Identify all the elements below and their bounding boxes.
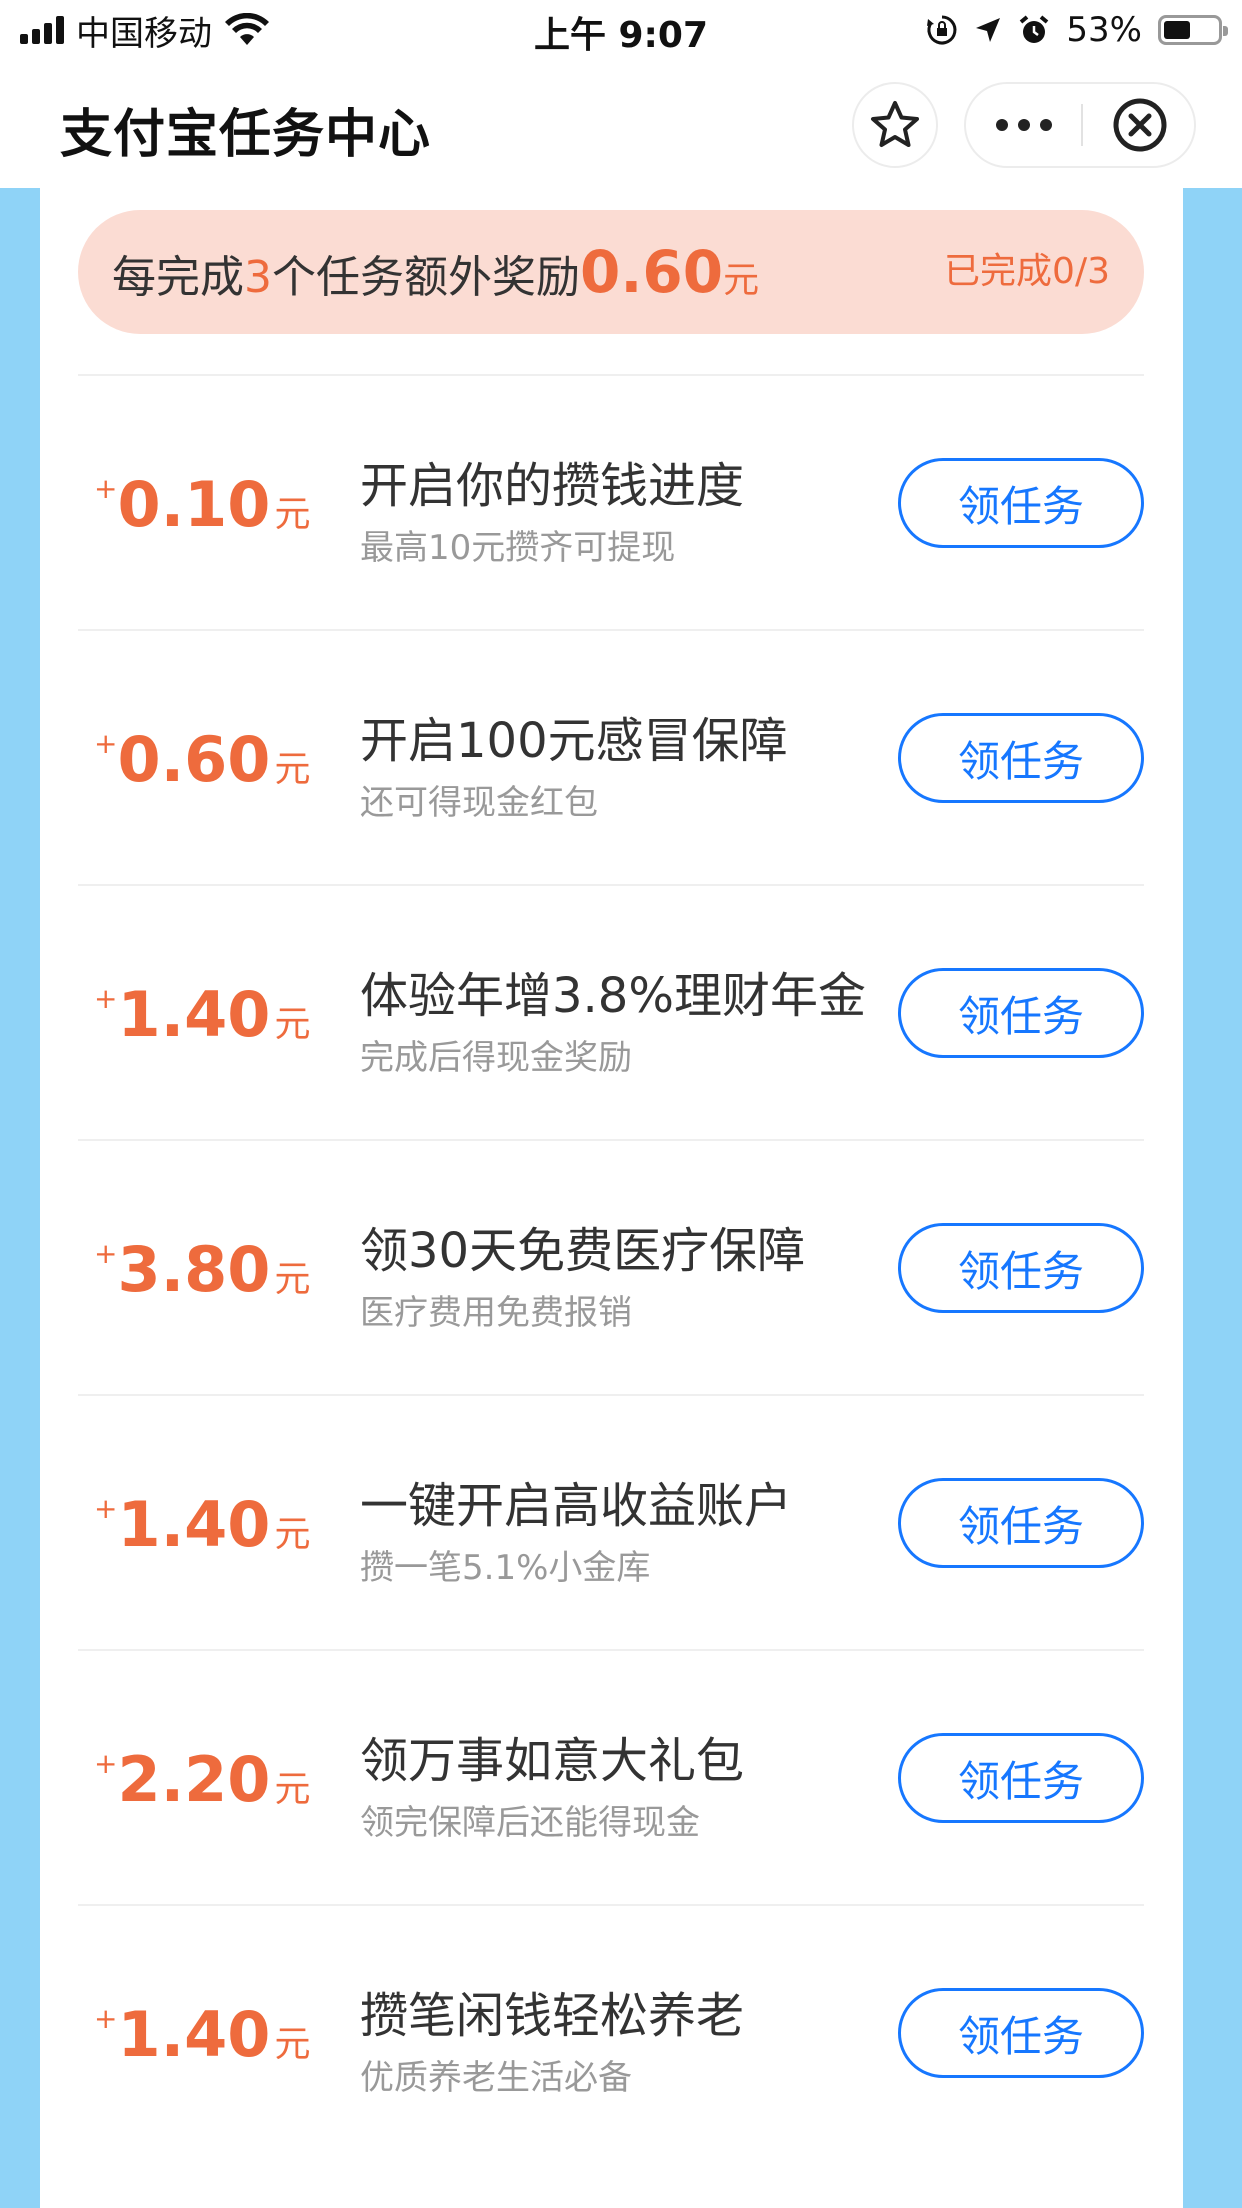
reward-amount: 1.40: [117, 1998, 271, 2071]
bonus-text: 每完成3个任务额外奖励0.60元: [112, 210, 759, 334]
reward-plus: +: [94, 1237, 118, 1270]
status-bar: 中国移动 上午 9:07 53%: [0, 0, 1242, 62]
task-title: 领万事如意大礼包: [360, 1733, 745, 1789]
task-reward: +1.40 元: [94, 1998, 311, 2071]
list-item: +1.40 元 一键开启高收益账户 攒一笔5.1%小金库 领任务: [78, 1394, 1144, 1649]
claim-task-button[interactable]: 领任务: [898, 458, 1144, 548]
list-item: +3.80 元 领30天免费医疗保障 医疗费用免费报销 领任务: [78, 1139, 1144, 1394]
task-title: 领30天免费医疗保障: [360, 1223, 806, 1279]
reward-plus: +: [94, 727, 118, 760]
bonus-prefix: 每完成: [112, 252, 244, 303]
bonus-unit: 元: [723, 260, 760, 301]
reward-amount: 0.60: [117, 723, 271, 796]
more-button[interactable]: [966, 84, 1081, 166]
task-subtitle: 医疗费用免费报销: [360, 1293, 632, 1333]
more-icon: [995, 119, 1052, 131]
reward-unit: 元: [274, 1769, 311, 1810]
bonus-banner: 每完成3个任务额外奖励0.60元 已完成0/3: [78, 210, 1144, 334]
reward-unit: 元: [274, 1259, 311, 1300]
claim-task-button[interactable]: 领任务: [898, 1733, 1144, 1823]
nav-bar: 支付宝任务中心: [0, 62, 1242, 188]
task-subtitle: 优质养老生活必备: [360, 2058, 632, 2098]
bonus-middle: 个任务额外奖励: [272, 252, 580, 303]
reward-unit: 元: [274, 494, 311, 535]
favorite-button[interactable]: [852, 82, 938, 168]
star-icon: [871, 101, 919, 147]
list-item: +1.40 元 攒笔闲钱轻松养老 优质养老生活必备 领任务: [78, 1904, 1144, 2159]
reward-plus: +: [94, 2002, 118, 2035]
task-title: 开启你的攒钱进度: [360, 458, 745, 514]
reward-unit: 元: [274, 1514, 311, 1555]
reward-amount: 2.20: [117, 1743, 271, 1816]
task-title: 攒笔闲钱轻松养老: [360, 1988, 745, 2044]
task-subtitle: 攒一笔5.1%小金库: [360, 1548, 651, 1588]
task-reward: +3.80 元: [94, 1233, 311, 1306]
list-item: +0.10 元 开启你的攒钱进度 最高10元攒齐可提现 领任务: [78, 374, 1144, 629]
claim-task-button[interactable]: 领任务: [898, 1223, 1144, 1313]
task-reward: +1.40 元: [94, 978, 311, 1051]
list-item: +1.40 元 体验年增3.8%理财年金 完成后得现金奖励 领任务: [78, 884, 1144, 1139]
task-subtitle: 还可得现金红包: [360, 783, 598, 823]
mini-program-capsule: [964, 82, 1196, 168]
task-reward: +0.60 元: [94, 723, 311, 796]
task-reward: +2.20 元: [94, 1743, 311, 1816]
task-title: 一键开启高收益账户: [360, 1478, 793, 1534]
task-subtitle: 领完保障后还能得现金: [360, 1803, 700, 1843]
battery-percent: 53%: [1066, 10, 1142, 50]
reward-unit: 元: [274, 1004, 311, 1045]
bonus-progress: 已完成0/3: [944, 251, 1110, 292]
close-circle-icon: [1113, 98, 1166, 152]
task-title: 体验年增3.8%理财年金: [360, 968, 866, 1024]
claim-task-button[interactable]: 领任务: [898, 1988, 1144, 2078]
page-border-left: [0, 188, 40, 2208]
task-subtitle: 完成后得现金奖励: [360, 1038, 632, 1078]
task-reward: +0.10 元: [94, 468, 311, 541]
reward-plus: +: [94, 982, 118, 1015]
bonus-count: 3: [244, 252, 272, 303]
location-arrow-icon: [976, 18, 1001, 42]
bonus-amount: 0.60: [580, 238, 724, 306]
alarm-icon: [1020, 15, 1049, 43]
reward-plus: +: [94, 1492, 118, 1525]
task-list: +0.10 元 开启你的攒钱进度 最高10元攒齐可提现 领任务 +0.60 元 开启…: [78, 374, 1144, 2159]
claim-task-button[interactable]: 领任务: [898, 968, 1144, 1058]
battery-icon: [1158, 15, 1228, 45]
claim-task-button[interactable]: 领任务: [898, 713, 1144, 803]
list-item: +2.20 元 领万事如意大礼包 领完保障后还能得现金 领任务: [78, 1649, 1144, 1904]
status-right: 53%: [926, 8, 1228, 52]
page-title: 支付宝任务中心: [60, 105, 432, 165]
reward-plus: +: [94, 472, 118, 505]
task-reward: +1.40 元: [94, 1488, 311, 1561]
reward-amount: 1.40: [117, 1488, 271, 1561]
orientation-lock-icon: [927, 15, 957, 45]
reward-amount: 0.10: [117, 468, 271, 541]
claim-task-button[interactable]: 领任务: [898, 1478, 1144, 1568]
reward-amount: 3.80: [117, 1233, 271, 1306]
close-button[interactable]: [1083, 84, 1196, 166]
reward-plus: +: [94, 1747, 118, 1780]
page-border-right: [1183, 188, 1242, 2208]
reward-amount: 1.40: [117, 978, 271, 1051]
list-item: +0.60 元 开启100元感冒保障 还可得现金红包 领任务: [78, 629, 1144, 884]
task-subtitle: 最高10元攒齐可提现: [360, 528, 676, 568]
reward-unit: 元: [274, 749, 311, 790]
reward-unit: 元: [274, 2024, 311, 2065]
task-title: 开启100元感冒保障: [360, 713, 788, 769]
